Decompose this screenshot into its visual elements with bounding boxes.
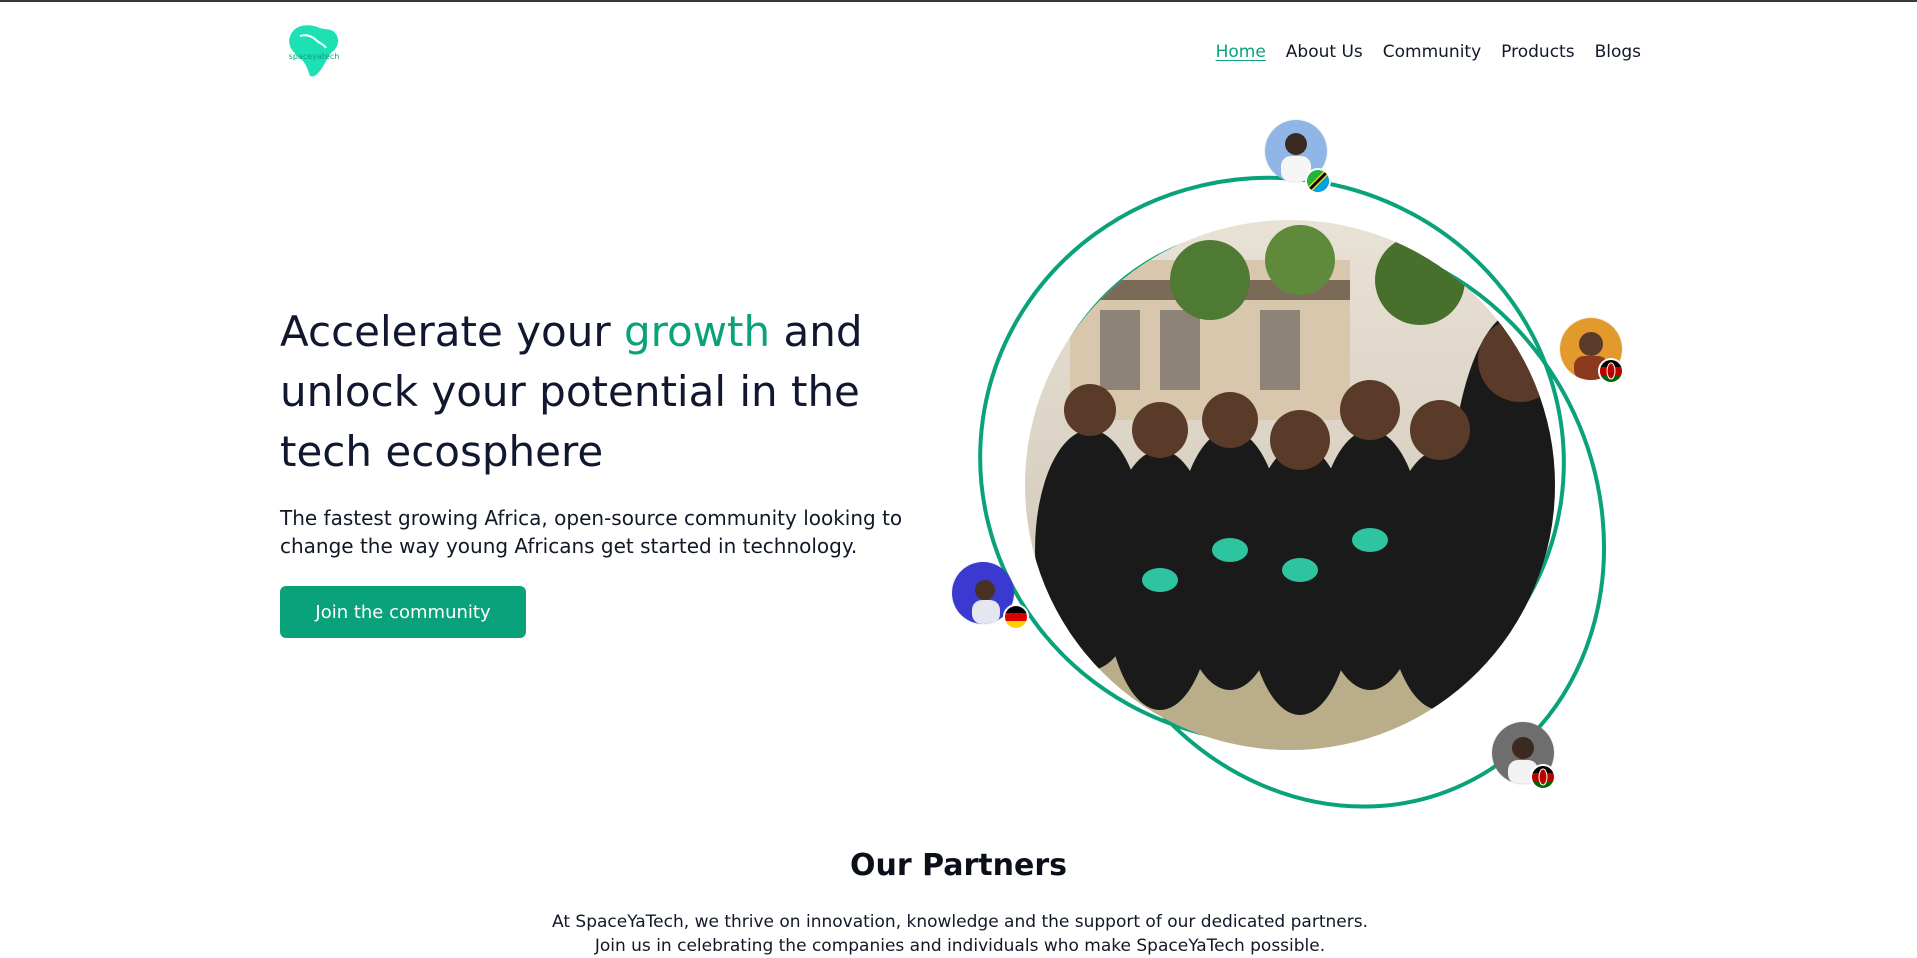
- spaceyatech-logo[interactable]: spaceyatech: [282, 22, 346, 80]
- join-community-button[interactable]: Join the community: [280, 586, 526, 638]
- top-border: [0, 0, 1917, 2]
- hero-title-part1: Accelerate your: [280, 307, 624, 356]
- nav-products[interactable]: Products: [1501, 42, 1574, 62]
- kenya-flag-icon: [1598, 358, 1624, 384]
- tanzania-flag-icon: [1305, 168, 1331, 194]
- main-nav: Home About Us Community Products Blogs: [1216, 42, 1641, 62]
- nav-home[interactable]: Home: [1216, 42, 1266, 62]
- hero-subtitle: The fastest growing Africa, open-source …: [280, 506, 903, 558]
- svg-text:spaceyatech: spaceyatech: [289, 52, 340, 61]
- hero-title: Accelerate your growth and unlock your p…: [280, 302, 960, 482]
- nav-community[interactable]: Community: [1383, 42, 1481, 62]
- partners-title: Our Partners: [849, 848, 1068, 883]
- africa-logo-icon: spaceyatech: [289, 25, 340, 77]
- nav-blogs[interactable]: Blogs: [1595, 42, 1641, 62]
- hero-title-accent: growth: [623, 307, 771, 356]
- hero-visual: [952, 110, 1660, 830]
- kenya-flag-icon: [1530, 764, 1556, 790]
- germany-flag-icon: [1003, 604, 1029, 630]
- nav-about-us[interactable]: About Us: [1286, 42, 1363, 62]
- partners-description: At SpaceYaTech, we thrive on innovation,…: [552, 912, 1368, 956]
- orbit-rings: [978, 175, 1607, 809]
